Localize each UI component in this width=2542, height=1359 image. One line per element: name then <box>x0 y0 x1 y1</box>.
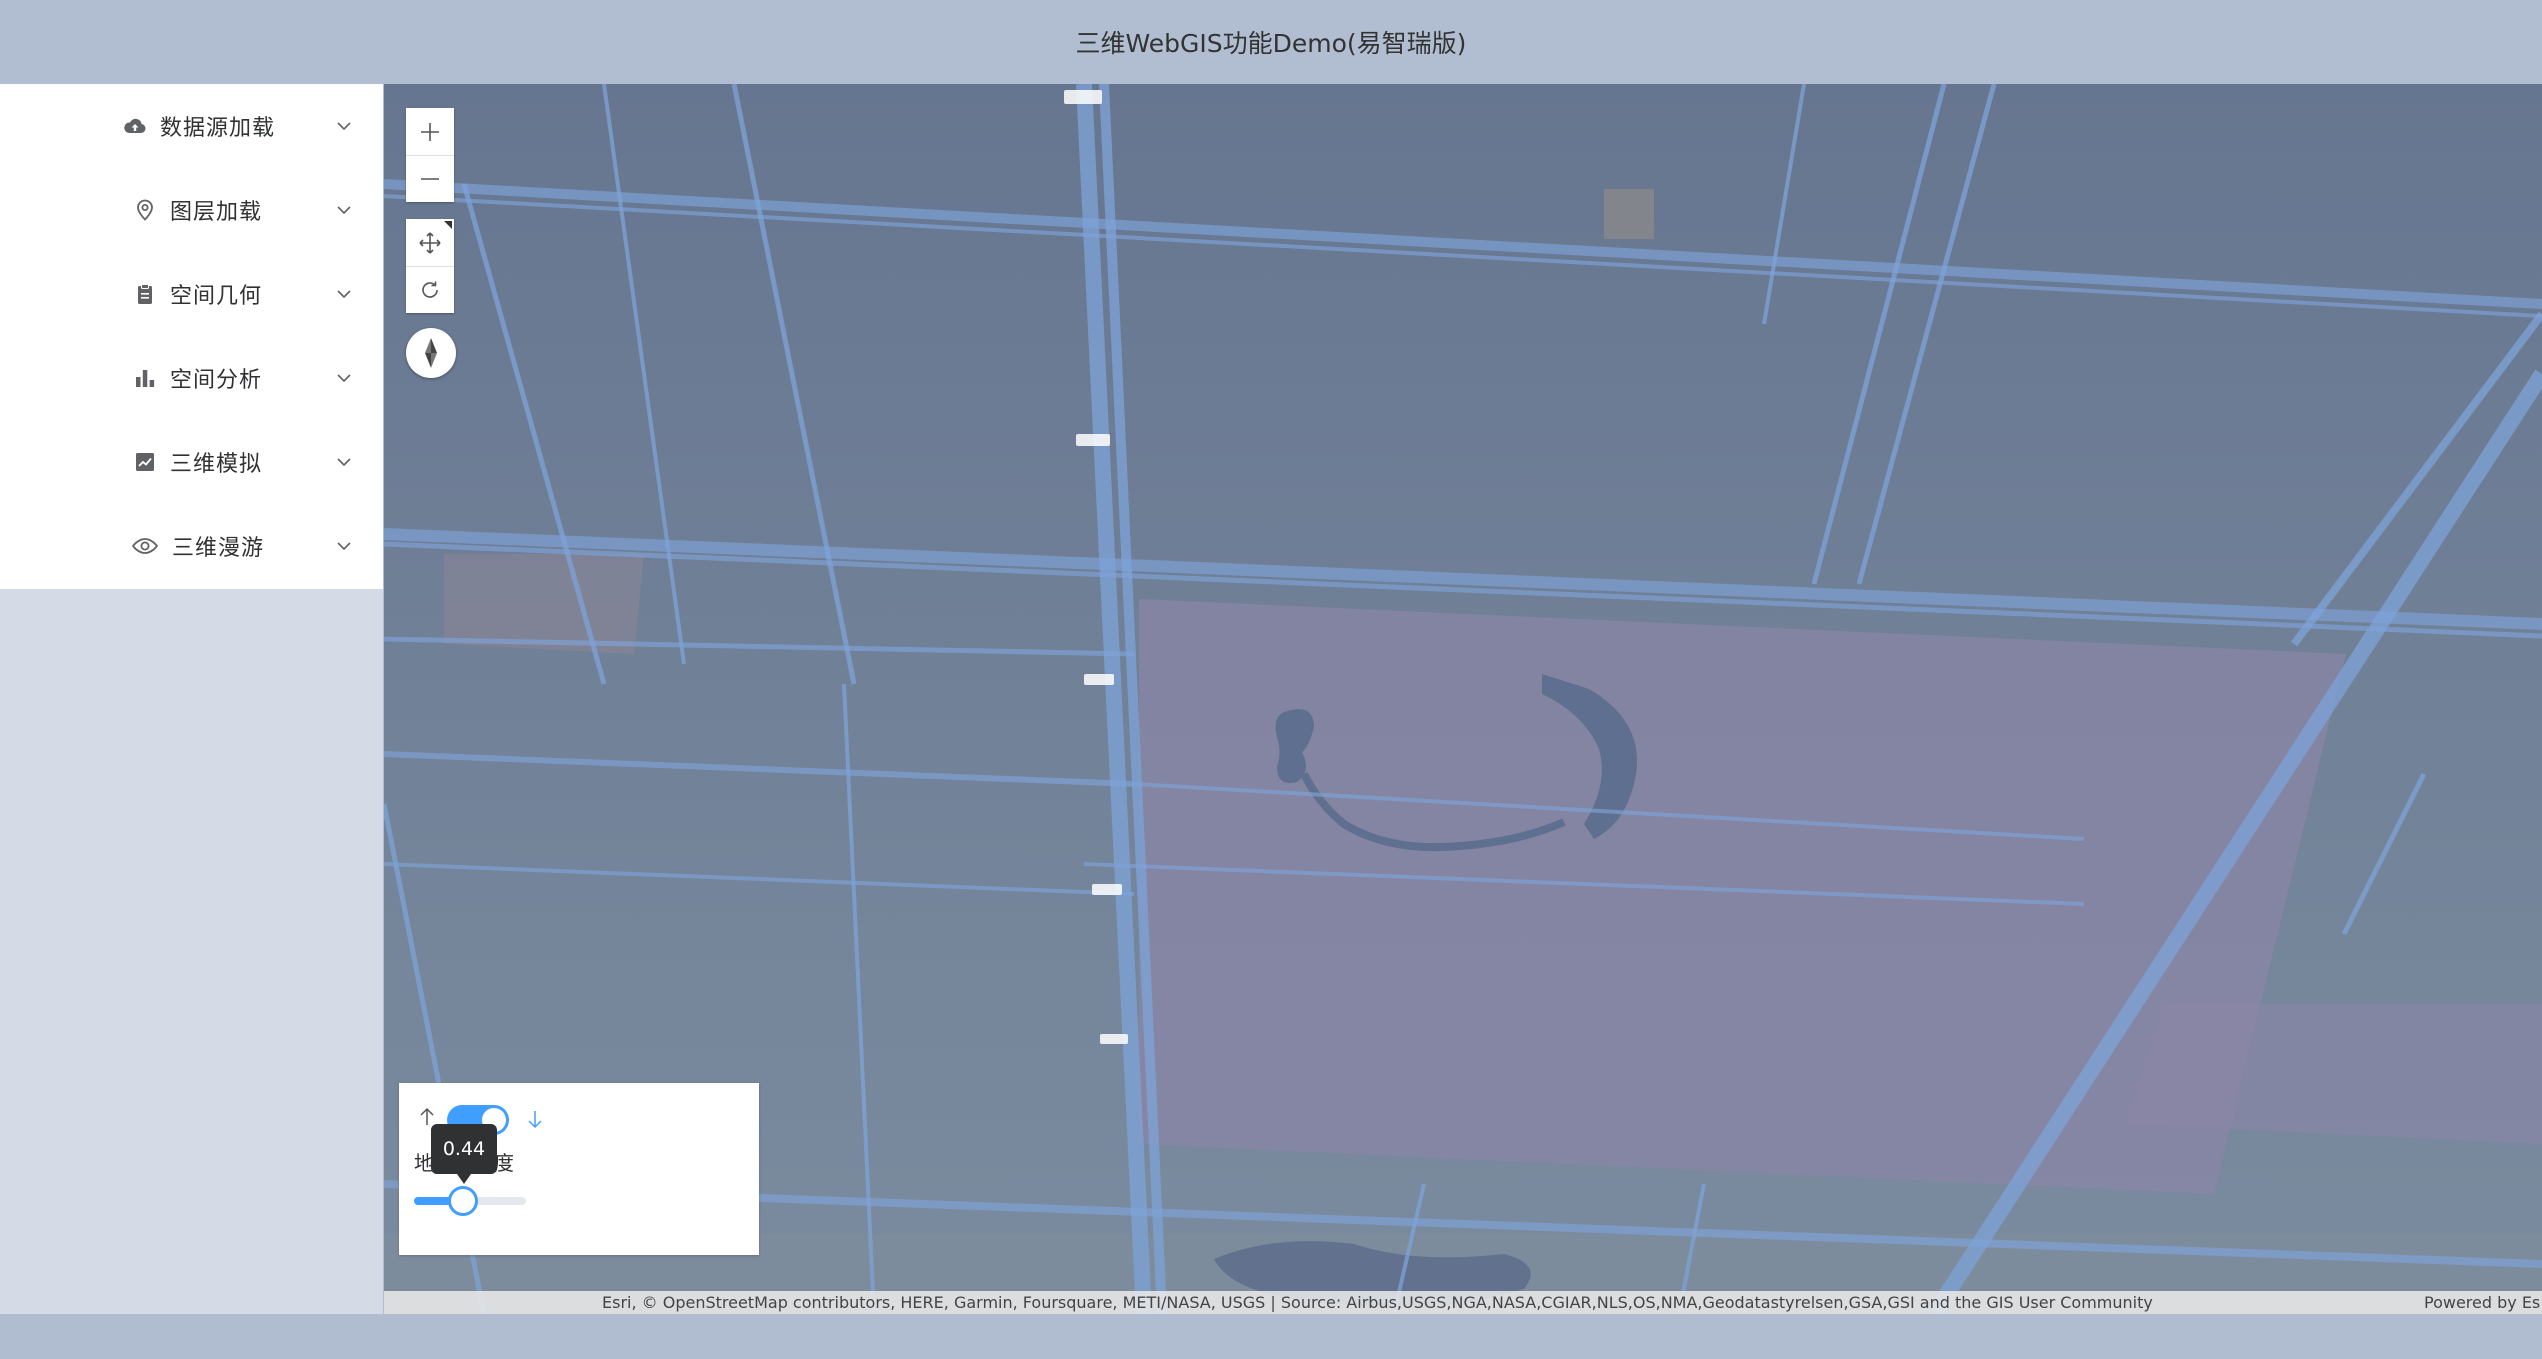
arrow-down-icon <box>528 1111 542 1129</box>
attribution-text: Esri, © OpenStreetMap contributors, HERE… <box>602 1293 2153 1312</box>
sidebar-item-label: 空间几何 <box>170 284 263 309</box>
sidebar-item-simulation[interactable]: 三维模拟 <box>0 420 383 504</box>
slider-tooltip: 0.44 <box>431 1124 497 1184</box>
slider-thumb[interactable] <box>448 1186 479 1216</box>
sidebar-item-label: 图层加载 <box>170 200 263 225</box>
map-attribution: Esri, © OpenStreetMap contributors, HERE… <box>384 1291 2542 1314</box>
compass-icon <box>425 338 437 368</box>
sidebar: 数据源加载 图层加载 空间几何 空间分析 三维模拟 三维漫游 <box>0 84 383 1314</box>
sidebar-item-analysis[interactable]: 空间分析 <box>0 336 383 420</box>
slider-tooltip-value: 0.44 <box>442 1138 486 1160</box>
powered-by-text[interactable]: Powered by Es <box>2424 1293 2540 1312</box>
rotate-button[interactable] <box>406 266 454 313</box>
app-header: 三维WebGIS功能Demo(易智瑞版) <box>0 0 2542 84</box>
toggle-corner-icon <box>444 221 452 229</box>
sidebar-item-layers[interactable]: 图层加载 <box>0 168 383 252</box>
sidebar-item-label: 三维模拟 <box>170 452 263 477</box>
eye-icon <box>130 533 160 559</box>
opacity-slider[interactable] <box>414 1186 526 1216</box>
sidebar-item-datasource[interactable]: 数据源加载 <box>0 84 383 168</box>
rotate-icon <box>422 281 438 298</box>
chevron-down-icon <box>337 206 351 215</box>
sidebar-item-geometry[interactable]: 空间几何 <box>0 252 383 336</box>
sidebar-menu: 数据源加载 图层加载 空间几何 空间分析 三维模拟 三维漫游 <box>0 84 383 589</box>
zoom-in-button[interactable] <box>406 108 454 155</box>
sidebar-item-label: 数据源加载 <box>160 116 276 141</box>
zoom-out-icon <box>421 178 439 180</box>
chevron-down-icon <box>337 458 351 467</box>
sidebar-item-label: 三维漫游 <box>172 536 265 561</box>
zoom-controls <box>406 108 454 202</box>
line-chart-icon <box>132 449 158 475</box>
chevron-down-icon <box>337 542 351 551</box>
sidebar-item-roaming[interactable]: 三维漫游 <box>0 504 383 588</box>
zoom-in-icon <box>421 122 439 141</box>
clipboard-icon <box>132 281 158 307</box>
compass-button[interactable] <box>406 328 456 378</box>
bar-chart-icon <box>132 365 158 391</box>
pan-icon <box>419 231 441 254</box>
chevron-down-icon <box>337 122 351 131</box>
navigation-controls <box>406 219 454 313</box>
page-title: 三维WebGIS功能Demo(易智瑞版) <box>1075 29 1467 58</box>
chevron-down-icon <box>337 290 351 299</box>
sidebar-item-label: 空间分析 <box>170 368 263 393</box>
cloud-upload-icon <box>122 113 148 139</box>
location-pin-icon <box>132 197 158 223</box>
pan-button[interactable] <box>406 219 454 266</box>
chevron-down-icon <box>337 374 351 383</box>
zoom-out-button[interactable] <box>406 155 454 202</box>
